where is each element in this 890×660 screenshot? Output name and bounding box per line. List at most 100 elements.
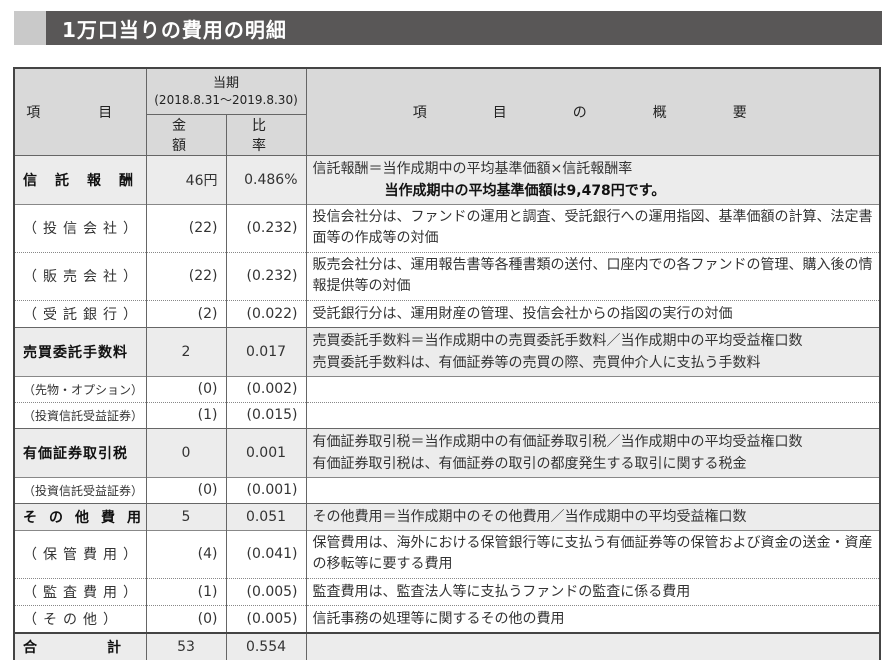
total-ratio: 0.554 — [225, 631, 307, 660]
row-amount: (0) — [145, 604, 227, 633]
row-item: （保管費用） — [13, 529, 147, 578]
row-item: （受託銀行） — [13, 299, 147, 327]
row-description: 有価証券取引税＝当作成期中の有価証券取引税／当作成期中の平均受益権口数 有価証券取… — [305, 427, 881, 477]
table-row: （受託銀行） (2) (0.022) 受託銀行分は、運用財産の管理、投信会社からの指図… — [13, 299, 881, 327]
table-row: 信託報酬 46円 0.486% 信託報酬＝当作成期中の平均基準価額×信託報酬率 当作成期… — [13, 154, 881, 204]
cost-breakdown-table: 項 目 当期 (2018.8.31〜2019.8.30) 項 目 の 概 要 金… — [13, 67, 882, 660]
row-description-line: 保管費用は、海外における保管銀行等に支払う有価証券等の保管および資金の送金・資産… — [312, 535, 873, 572]
row-description-line: 売買委託手数料＝当作成期中の売買委託手数料／当作成期中の平均受益権口数 — [312, 332, 803, 349]
table-row: 有価証券取引税 0 0.001 有価証券取引税＝当作成期中の有価証券取引税／当作成期中… — [13, 427, 881, 477]
table-row: （先物・オプション） (0) (0.002) — [13, 375, 881, 402]
row-ratio: 0.486% — [225, 154, 307, 204]
row-ratio: 0.017 — [225, 326, 307, 376]
header-amount: 金 額 — [145, 113, 227, 156]
table-row: （投資信託受益証券） (1) (0.015) — [13, 401, 881, 428]
row-ratio: 0.051 — [225, 502, 307, 530]
row-amount: 0 — [145, 427, 227, 477]
row-amount: (22) — [145, 203, 227, 252]
row-amount: (1) — [145, 577, 227, 605]
row-description — [305, 476, 881, 503]
row-description: 売買委託手数料＝当作成期中の売買委託手数料／当作成期中の平均受益権口数 売買委託手… — [305, 326, 881, 376]
row-amount: (4) — [145, 529, 227, 578]
row-item-label: 有価証券取引税 — [23, 445, 128, 462]
row-description-line-2: 有価証券取引税は、有価証券の取引の都度発生する取引に関する税金 — [312, 455, 747, 472]
row-description-line: 販売会社分は、運用報告書等各種書類の送付、口座内での各ファンドの管理、購入後の情… — [312, 257, 873, 294]
row-item-label: （投資信託受益証券） — [23, 483, 144, 498]
header-summary: 項 目 の 概 要 — [305, 67, 881, 156]
row-amount: (22) — [145, 251, 227, 300]
table-row: （販売会社） (22) (0.232) 販売会社分は、運用報告書等各種書類の送付、口座… — [13, 251, 881, 300]
row-description-line: その他費用＝当作成期中のその他費用／当作成期中の平均受益権口数 — [312, 508, 747, 525]
total-description — [305, 631, 881, 660]
row-description: 受託銀行分は、運用財産の管理、投信会社からの指図の実行の対価 — [305, 299, 881, 327]
row-item-label: （その他） — [23, 611, 123, 628]
header-ratio: 比 率 — [225, 113, 307, 156]
row-item-label: （受託銀行） — [23, 306, 143, 323]
row-description: 販売会社分は、運用報告書等各種書類の送付、口座内での各ファンドの管理、購入後の情… — [305, 251, 881, 300]
page-title: 1万口当りの費用の明細 — [62, 17, 287, 42]
row-item-label: （保管費用） — [23, 547, 143, 563]
row-item-label: （投資信託受益証券） — [23, 408, 144, 423]
row-ratio: (0.232) — [225, 251, 307, 300]
row-item-label: 信託報酬 — [23, 172, 151, 189]
row-item: （監査費用） — [13, 577, 147, 605]
row-description: 信託報酬＝当作成期中の平均基準価額×信託報酬率当作成期中の平均基準価額は9,47… — [305, 154, 881, 204]
header-period-label: 当期 — [213, 76, 240, 92]
row-ratio: (0.022) — [225, 299, 307, 327]
row-description-line: 有価証券取引税＝当作成期中の有価証券取引税／当作成期中の平均受益権口数 — [312, 433, 803, 450]
row-item: 有価証券取引税 — [13, 427, 147, 477]
row-item: 信託報酬 — [13, 154, 147, 204]
header-period: 当期 (2018.8.31〜2019.8.30) — [145, 67, 307, 115]
row-description: 監査費用は、監査法人等に支払うファンドの監査に係る費用 — [305, 577, 881, 605]
table-row: その他費用 5 0.051 その他費用＝当作成期中のその他費用／当作成期中の平均受益権… — [13, 502, 881, 530]
row-item: （販売会社） — [13, 251, 147, 300]
row-item: その他費用 — [13, 502, 147, 530]
row-item-label: その他費用 — [23, 509, 153, 526]
header-period-range: (2018.8.31〜2019.8.30) — [154, 93, 298, 108]
row-amount: (0) — [145, 375, 227, 402]
section-title-bar: 1万口当りの費用の明細 — [14, 11, 882, 45]
row-description-line: 投信会社分は、ファンドの運用と調査、受託銀行への運用指図、基準価額の計算、法定書… — [312, 209, 873, 246]
row-item-label: （監査費用） — [23, 584, 143, 601]
row-amount: (0) — [145, 476, 227, 503]
row-ratio: 0.001 — [225, 427, 307, 477]
table-row: 売買委託手数料 2 0.017 売買委託手数料＝当作成期中の売買委託手数料／当作成期中… — [13, 326, 881, 376]
row-item-label: （投信会社） — [23, 221, 143, 237]
row-amount: 5 — [145, 502, 227, 530]
row-item: （投資信託受益証券） — [13, 401, 147, 428]
row-item-label: （先物・オプション） — [23, 382, 144, 397]
row-description-line-2: 当作成期中の平均基準価額は9,478円です。 — [384, 182, 666, 199]
row-amount: 46円 — [145, 154, 227, 204]
total-label: 合計 — [13, 631, 147, 660]
table-row: （投信会社） (22) (0.232) 投信会社分は、ファンドの運用と調査、受託銀行へ… — [13, 203, 881, 252]
row-ratio: (0.015) — [225, 401, 307, 428]
row-amount: (2) — [145, 299, 227, 327]
row-ratio: (0.232) — [225, 203, 307, 252]
row-item: （先物・オプション） — [13, 375, 147, 402]
row-description-line: 監査費用は、監査法人等に支払うファンドの監査に係る費用 — [312, 583, 691, 600]
header-item: 項 目 — [13, 67, 147, 156]
total-row: 合計 53 0.554 — [13, 631, 881, 660]
row-description-line-2: 売買委託手数料は、有価証券等の売買の際、売買仲介人に支払う手数料 — [312, 354, 761, 371]
row-ratio: (0.001) — [225, 476, 307, 503]
row-description: 信託事務の処理等に関するその他の費用 — [305, 604, 881, 633]
row-description-line: 信託事務の処理等に関するその他の費用 — [312, 610, 565, 627]
row-item-label: 売買委託手数料 — [23, 344, 128, 361]
row-description-line: 信託報酬＝当作成期中の平均基準価額×信託報酬率 — [312, 160, 633, 177]
row-ratio: (0.005) — [225, 577, 307, 605]
row-amount: (1) — [145, 401, 227, 428]
row-ratio: (0.041) — [225, 529, 307, 578]
table-row: （投資信託受益証券） (0) (0.001) — [13, 476, 881, 503]
title-accent-block — [14, 11, 46, 45]
row-description: 投信会社分は、ファンドの運用と調査、受託銀行への運用指図、基準価額の計算、法定書… — [305, 203, 881, 252]
table-row: （その他） (0) (0.005) 信託事務の処理等に関するその他の費用 — [13, 604, 881, 633]
row-item: （投資信託受益証券） — [13, 476, 147, 503]
row-item: （その他） — [13, 604, 147, 633]
row-description-line: 受託銀行分は、運用財産の管理、投信会社からの指図の実行の対価 — [312, 305, 733, 322]
row-description: その他費用＝当作成期中のその他費用／当作成期中の平均受益権口数 — [305, 502, 881, 530]
row-item-label: （販売会社） — [23, 269, 143, 285]
row-description: 保管費用は、海外における保管銀行等に支払う有価証券等の保管および資金の送金・資産… — [305, 529, 881, 578]
row-description — [305, 375, 881, 402]
row-item: （投信会社） — [13, 203, 147, 252]
table-row: （保管費用） (4) (0.041) 保管費用は、海外における保管銀行等に支払う有価証… — [13, 529, 881, 578]
